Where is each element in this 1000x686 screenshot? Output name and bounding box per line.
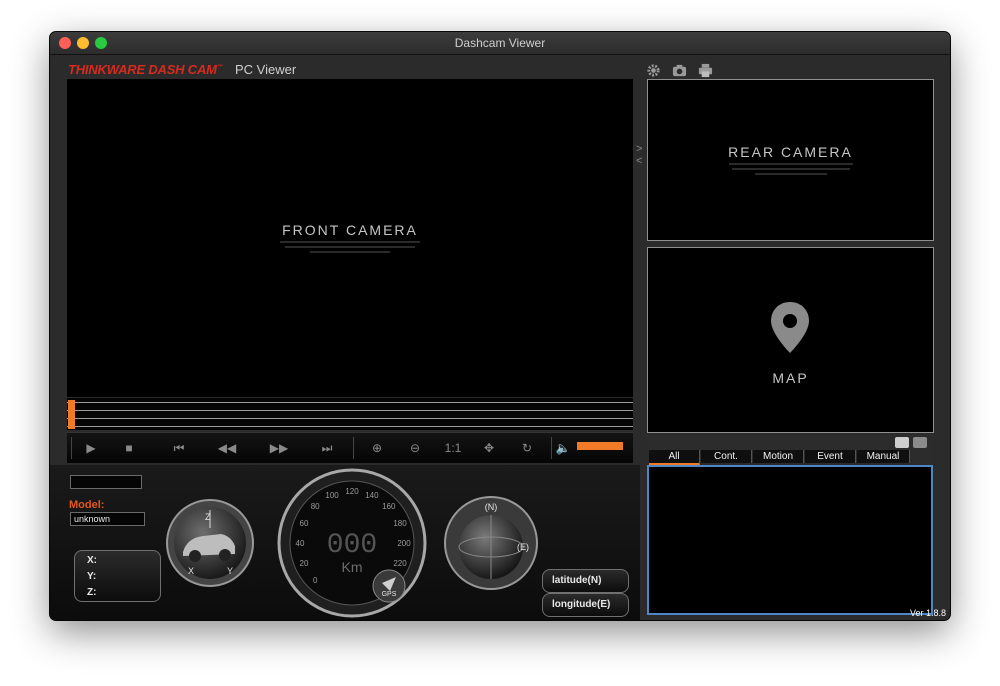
- zoom-in-icon[interactable]: ⊕: [369, 440, 385, 456]
- app-window: Dashcam Viewer THINKWARE DASH CAM™ PC Vi…: [50, 32, 950, 620]
- speed-tick-label: 20: [300, 559, 309, 568]
- fit-icon[interactable]: ✥: [481, 440, 497, 456]
- compass-north-label: (N): [485, 502, 498, 512]
- z-label: Z:: [87, 587, 97, 598]
- map-title: MAP: [772, 370, 809, 386]
- tab-event[interactable]: Event: [805, 450, 856, 463]
- chevron-left-icon[interactable]: <: [636, 155, 642, 167]
- tab-motion[interactable]: Motion: [753, 450, 804, 463]
- play-icon[interactable]: ▶: [83, 440, 99, 456]
- tab-cont[interactable]: Cont.: [701, 450, 752, 463]
- timeline-track[interactable]: [67, 398, 633, 430]
- speed-unit: Km: [342, 559, 363, 575]
- info-box: [70, 475, 142, 489]
- xyz-panel: X: Y: Z:: [74, 550, 161, 602]
- rear-camera-view[interactable]: REAR CAMERA: [647, 79, 934, 241]
- speed-tick-label: 200: [397, 539, 411, 548]
- rewind-icon[interactable]: ◀◀: [218, 440, 236, 456]
- timeline-marker[interactable]: [68, 400, 75, 429]
- version-label: Ver 1.8.8: [909, 608, 946, 618]
- gear-icon[interactable]: [646, 63, 661, 78]
- speed-tick-label: 140: [365, 491, 379, 500]
- front-caption-line: [310, 251, 390, 253]
- y-label: Y:: [87, 571, 97, 582]
- printer-icon[interactable]: [698, 63, 713, 78]
- file-list[interactable]: [647, 465, 933, 615]
- rear-caption-line: [728, 163, 853, 165]
- speed-tick-label: 40: [296, 539, 305, 548]
- longitude-panel: longitude(E): [542, 593, 629, 617]
- speed-tick-label: 160: [382, 502, 396, 511]
- collapse-arrows[interactable]: > <: [636, 143, 642, 167]
- volume-slider[interactable]: [577, 442, 623, 450]
- brand-logo: THINKWARE DASH CAM™: [68, 62, 223, 77]
- front-camera-title: FRONT CAMERA: [282, 222, 418, 238]
- viewer-area: THINKWARE DASH CAM™ PC Viewer FRONT CAME…: [50, 55, 950, 620]
- prev-frame-icon[interactable]: ⏮: [171, 440, 187, 456]
- x-label: X:: [87, 555, 97, 566]
- gps-badge-label: GPS: [382, 591, 397, 598]
- latitude-label: latitude(N): [552, 575, 602, 586]
- speed-tick-label: 180: [393, 519, 407, 528]
- map-pin-icon: [771, 302, 809, 353]
- window-title: Dashcam Viewer: [454, 36, 546, 50]
- title-bar: Dashcam Viewer: [50, 32, 950, 55]
- speed-tick-label: 120: [345, 487, 359, 496]
- gsensor-y-label: Y: [227, 566, 233, 576]
- eject-icon[interactable]: [913, 437, 927, 448]
- speed-tick-label: 60: [300, 519, 309, 528]
- latitude-panel: latitude(N): [542, 569, 629, 593]
- tab-manual[interactable]: Manual: [857, 450, 910, 463]
- search-icon[interactable]: [895, 437, 909, 448]
- fast-forward-icon[interactable]: ▶▶: [270, 440, 288, 456]
- map-view[interactable]: MAP: [647, 247, 934, 433]
- g-sensor-dial: Z X Y: [166, 499, 254, 587]
- rear-caption-line: [754, 173, 827, 175]
- compass-dial: (N) (E): [444, 496, 538, 590]
- speed-tick-label: 80: [311, 502, 320, 511]
- playback-controls: ▶ ■ ⏮ ◀◀ ▶▶ ⏭ ⊕ ⊖ 1:1 ✥ ↻ 🔈: [67, 432, 633, 463]
- next-frame-icon[interactable]: ⏭: [319, 440, 335, 456]
- gsensor-z-label: Z: [205, 512, 211, 522]
- chevron-right-icon[interactable]: >: [636, 143, 642, 155]
- rear-caption-line: [731, 168, 850, 170]
- stop-icon[interactable]: ■: [121, 440, 137, 456]
- dashboard-panel: Model: unknown X: Y: Z: Z X Y 0 20 40 60…: [50, 465, 640, 620]
- model-label: Model:: [69, 499, 105, 511]
- rotate-icon[interactable]: ↻: [519, 440, 535, 456]
- speed-readout: 000: [327, 530, 377, 561]
- compass-east-label: (E): [517, 542, 529, 552]
- tab-all[interactable]: All: [649, 450, 700, 465]
- product-name: PC Viewer: [235, 62, 297, 77]
- front-caption-line: [280, 241, 420, 243]
- zoom-ratio-button[interactable]: 1:1: [443, 440, 463, 456]
- camera-icon[interactable]: [672, 63, 687, 78]
- front-caption-line: [285, 246, 415, 248]
- speed-tick-label: 100: [325, 491, 339, 500]
- volume-icon[interactable]: 🔈: [555, 440, 571, 456]
- file-tabs-bar: All Cont. Motion Event Manual: [647, 435, 932, 465]
- front-camera-view[interactable]: FRONT CAMERA: [67, 79, 633, 397]
- gsensor-x-label: X: [188, 566, 194, 576]
- longitude-label: longitude(E): [552, 599, 611, 610]
- speedometer: 020406080100120140160180200220240 000 Km…: [277, 468, 427, 618]
- zoom-out-icon[interactable]: ⊖: [407, 440, 423, 456]
- speed-tick-label: 0: [313, 576, 318, 585]
- speed-tick-label: 220: [393, 559, 407, 568]
- rear-camera-title: REAR CAMERA: [728, 144, 853, 160]
- model-value: unknown: [70, 512, 145, 526]
